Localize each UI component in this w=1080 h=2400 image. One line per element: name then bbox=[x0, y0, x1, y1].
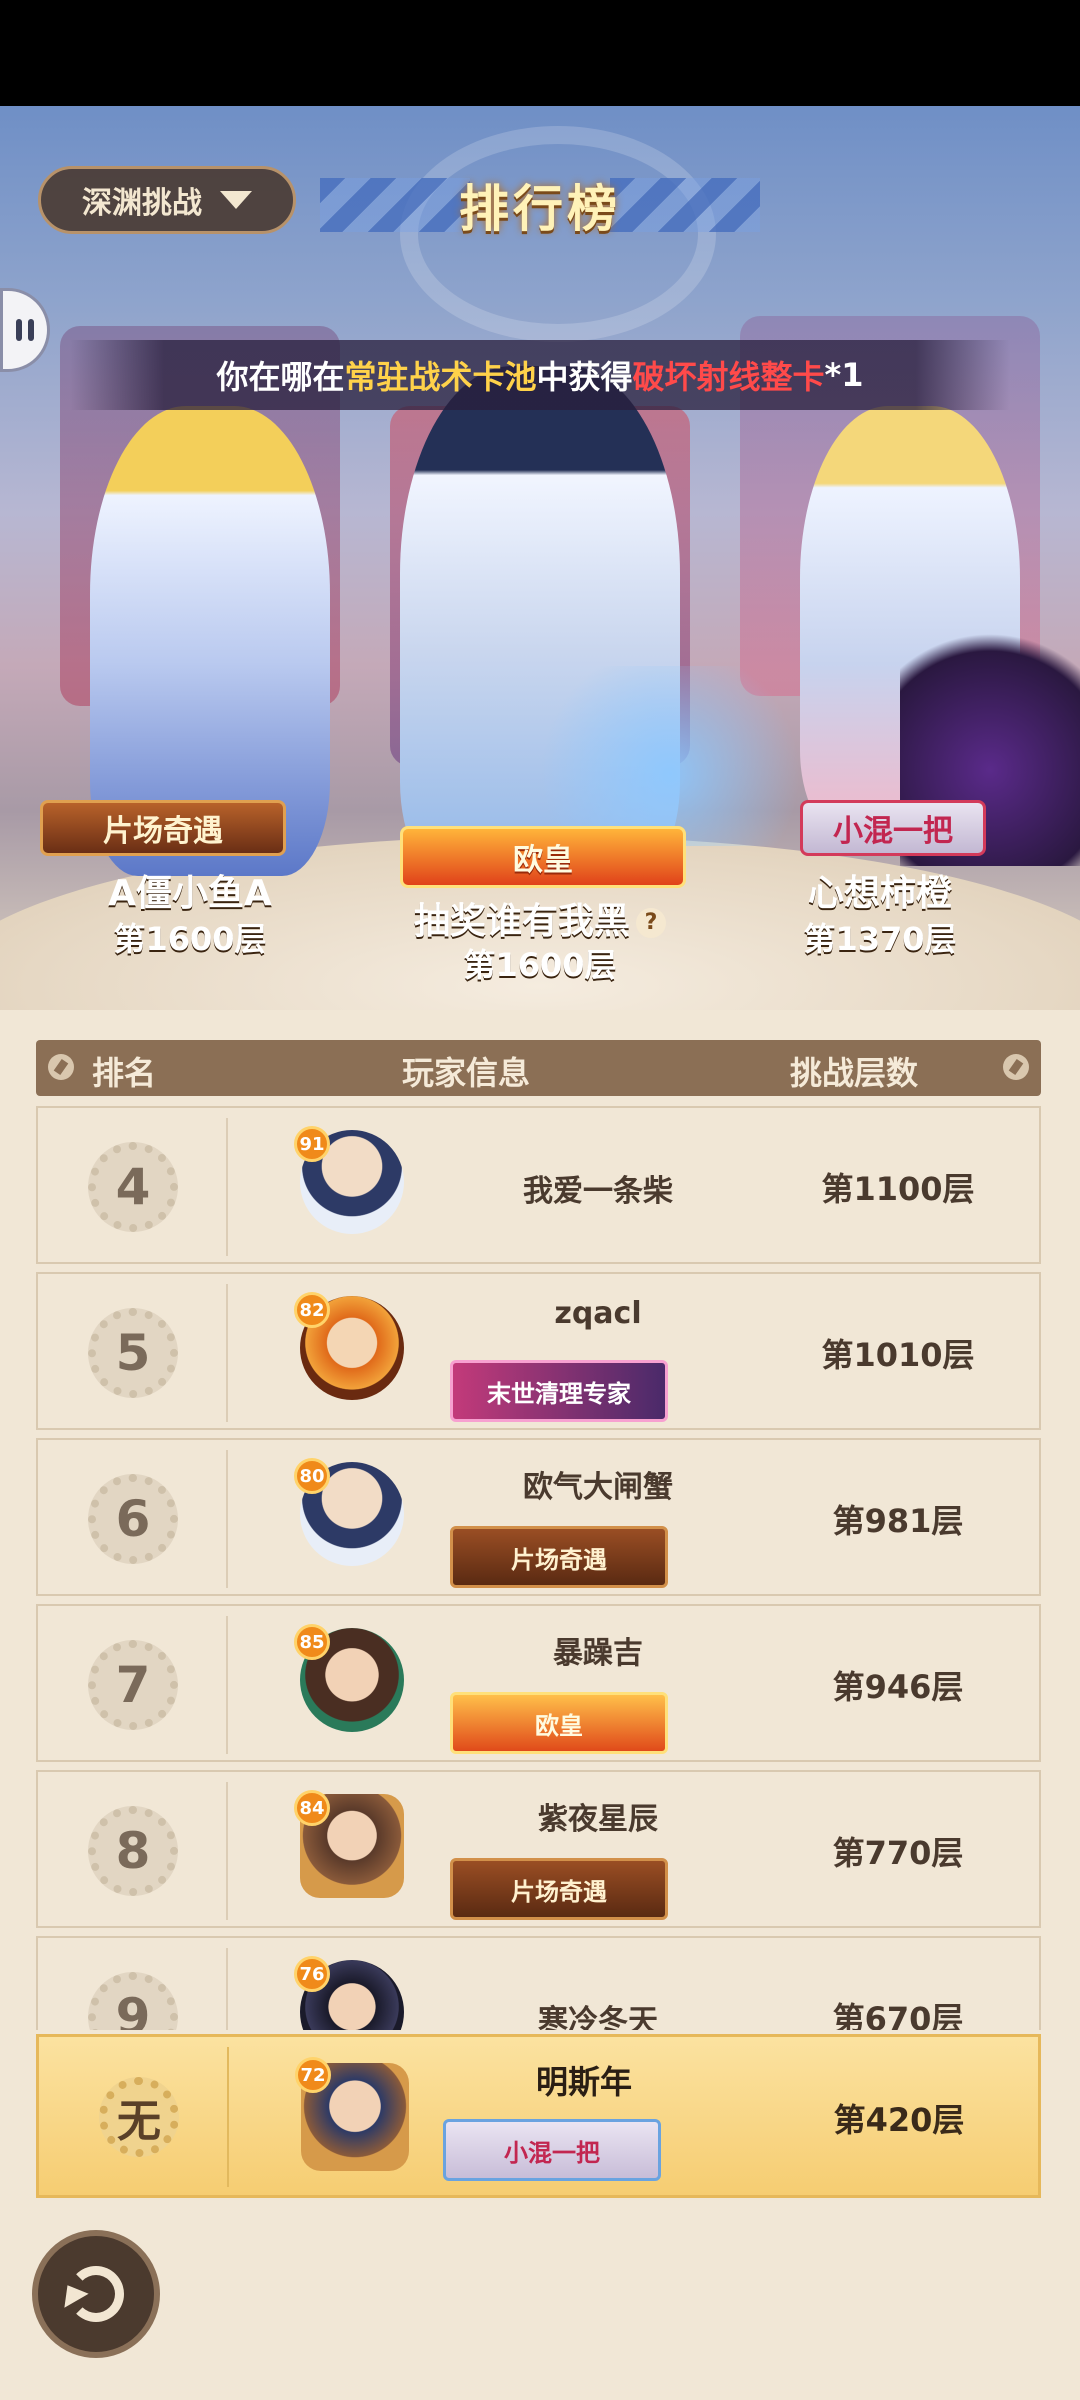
return-arrow-icon bbox=[55, 2266, 124, 2322]
title-banner: 排行榜 bbox=[320, 150, 760, 260]
ranking-table-header: 排名 玩家信息 挑战层数 bbox=[36, 1040, 1041, 1096]
marquee-item: 破坏射线整卡 bbox=[632, 358, 825, 396]
title-badge: 欧皇 bbox=[450, 1692, 668, 1754]
row-divider bbox=[226, 1118, 228, 1256]
title-badge: 小混一把 bbox=[443, 2119, 661, 2181]
header-bolt-icon-left bbox=[48, 1054, 74, 1080]
table-row[interactable]: 9 76 寒冷冬天 第670层 bbox=[36, 1936, 1041, 2030]
title-badge: 末世清理专家 bbox=[450, 1360, 668, 1422]
back-button[interactable] bbox=[32, 2230, 160, 2358]
rank-number: 6 bbox=[88, 1474, 178, 1564]
table-row[interactable]: 5 82 zqacl 末世清理专家 第1010层 bbox=[36, 1272, 1041, 1430]
level-badge: 80 bbox=[294, 1458, 330, 1494]
floor-value: 第946层 bbox=[832, 1668, 964, 1706]
mode-dropdown-label: 深渊挑战 bbox=[82, 186, 202, 221]
marquee-text-a: 在 bbox=[312, 358, 345, 396]
podium-3-floor: 第1370层 bbox=[803, 920, 957, 958]
podium-2-floor: 第1600层 bbox=[113, 920, 267, 958]
my-rank: 无 bbox=[99, 2077, 179, 2157]
floor-value: 第670层 bbox=[832, 2000, 964, 2030]
triangle-down-icon bbox=[220, 191, 252, 209]
marquee-player: 你在哪 bbox=[216, 358, 313, 396]
my-rank-row[interactable]: 无 72 明斯年 小混一把 第420层 bbox=[36, 2034, 1041, 2198]
floor-value: 第1010层 bbox=[821, 1336, 975, 1374]
level-badge: 91 bbox=[294, 1126, 330, 1162]
player-name: 寒冷冬天 bbox=[538, 2004, 658, 2030]
rank-number: 4 bbox=[88, 1142, 178, 1232]
podium-1-name-row[interactable]: 抽奖谁有我黑? bbox=[380, 892, 700, 944]
title-badge: 片场奇遇 bbox=[450, 1526, 668, 1588]
player-name: 暴躁吉 bbox=[553, 1636, 643, 1671]
question-icon[interactable]: ? bbox=[636, 908, 666, 938]
status-bar bbox=[0, 0, 1080, 106]
chevron-decoration-left bbox=[320, 178, 470, 232]
chevron-decoration-right bbox=[610, 178, 760, 232]
announcement-marquee: 你在哪 在 常驻战术卡池 中获得 破坏射线整卡 *1 bbox=[70, 340, 1010, 410]
podium-2-name[interactable]: A僵小鱼A bbox=[40, 864, 340, 916]
podium-3-badge: 小混一把 bbox=[800, 800, 986, 856]
marquee-pool: 常驻战术卡池 bbox=[344, 358, 537, 396]
ice-crystal-effect bbox=[520, 666, 820, 846]
level-badge: 82 bbox=[294, 1292, 330, 1328]
row-divider bbox=[226, 1284, 228, 1422]
my-name: 明斯年 bbox=[535, 2063, 632, 2101]
floor-value: 第981层 bbox=[832, 1502, 964, 1540]
level-badge: 84 bbox=[294, 1790, 330, 1826]
row-divider bbox=[226, 1948, 228, 2030]
player-name: zqacl bbox=[554, 1296, 642, 1331]
row-divider bbox=[226, 1450, 228, 1588]
row-divider bbox=[226, 1782, 228, 1920]
podium-2-badge: 片场奇遇 bbox=[40, 800, 286, 856]
level-badge: 76 bbox=[294, 1956, 330, 1992]
level-badge: 85 bbox=[294, 1624, 330, 1660]
podium-1-floor: 第1600层 bbox=[463, 946, 617, 984]
row-divider bbox=[226, 1616, 228, 1754]
column-player: 玩家信息 bbox=[402, 1054, 531, 1092]
table-row[interactable]: 6 80 欧气大闸蟹 片场奇遇 第981层 bbox=[36, 1438, 1041, 1596]
player-name: 紫夜星辰 bbox=[538, 1802, 658, 1837]
floor-value: 第770层 bbox=[832, 1834, 964, 1872]
table-row[interactable]: 7 85 暴躁吉 欧皇 第946层 bbox=[36, 1604, 1041, 1762]
floor-value: 第1100层 bbox=[821, 1170, 975, 1208]
table-row[interactable]: 8 84 紫夜星辰 片场奇遇 第770层 bbox=[36, 1770, 1041, 1928]
player-name: 欧气大闸蟹 bbox=[523, 1470, 673, 1505]
rank-number: 7 bbox=[88, 1640, 178, 1730]
title-badge: 片场奇遇 bbox=[450, 1858, 668, 1920]
player-name: 我爱一条柴 bbox=[523, 1174, 673, 1209]
mode-dropdown[interactable]: 深渊挑战 bbox=[38, 166, 296, 234]
marquee-text-b: 中获得 bbox=[536, 358, 633, 396]
podium-3-name[interactable]: 心想柿橙 bbox=[730, 864, 1030, 916]
rank-number: 5 bbox=[88, 1308, 178, 1398]
level-badge: 72 bbox=[295, 2057, 331, 2093]
row-divider bbox=[227, 2047, 229, 2187]
column-rank: 排名 bbox=[92, 1054, 157, 1092]
podium-1-name: 抽奖谁有我黑 bbox=[413, 901, 630, 942]
column-floor: 挑战层数 bbox=[790, 1054, 919, 1092]
podium-1-badge: 欧皇 bbox=[400, 826, 686, 888]
rank-number: 8 bbox=[88, 1806, 178, 1896]
header-bolt-icon-right bbox=[1003, 1054, 1029, 1080]
table-row[interactable]: 4 91 我爱一条柴 第1100层 bbox=[36, 1106, 1041, 1264]
ranking-list[interactable]: 4 91 我爱一条柴 第1100层 5 82 zqacl 末世清理专家 第101… bbox=[36, 1106, 1041, 2030]
rank-number: 9 bbox=[88, 1972, 178, 2030]
page-title: 排行榜 bbox=[459, 180, 621, 238]
marquee-count: *1 bbox=[824, 356, 864, 394]
my-floor: 第420层 bbox=[833, 2101, 965, 2139]
